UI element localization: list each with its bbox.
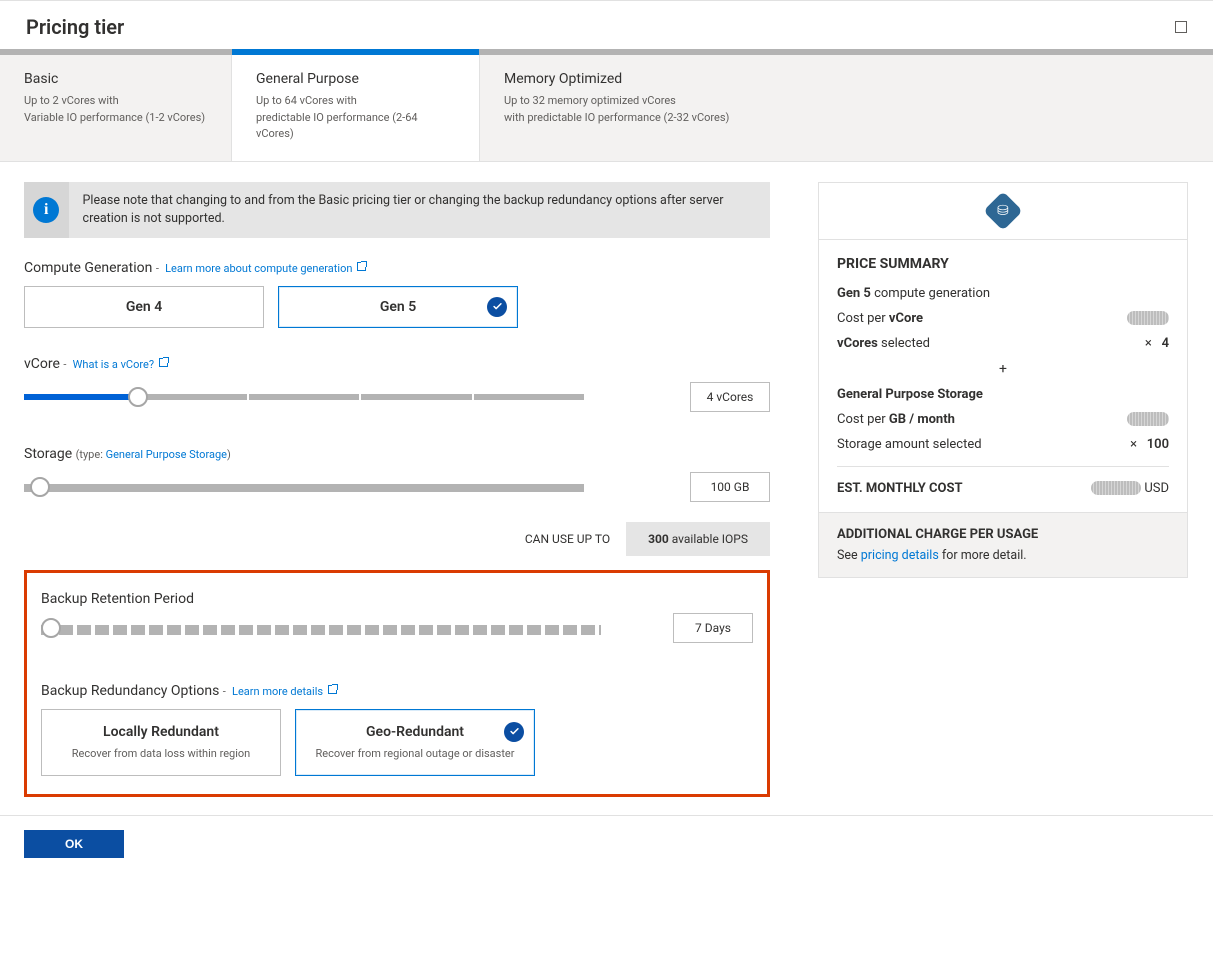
- plus-icon: +: [837, 361, 1169, 377]
- price-summary-card: ⛁ PRICE SUMMARY Gen 5 compute generation…: [818, 182, 1188, 578]
- vcore-slider[interactable]: [24, 387, 584, 407]
- tier-tab-memory-optimized[interactable]: Memory Optimized Up to 32 memory optimiz…: [480, 55, 1213, 161]
- maximize-icon[interactable]: [1175, 21, 1187, 33]
- storage-slider[interactable]: [24, 477, 584, 497]
- redacted-icon: [1091, 481, 1141, 495]
- option-desc: Recover from regional outage or disaster: [306, 746, 524, 761]
- compute-gen-learn-more-link[interactable]: Learn more about compute generation: [165, 262, 366, 275]
- backup-retention-value: 7 Days: [673, 613, 753, 643]
- additional-charge-title: ADDITIONAL CHARGE PER USAGE: [837, 527, 1169, 542]
- external-link-icon: [159, 358, 168, 367]
- option-desc: Recover from data loss within region: [52, 746, 270, 761]
- tier-desc: Up to 32 memory optimized vCoreswith pre…: [504, 93, 1189, 126]
- check-icon: [487, 297, 507, 317]
- option-title: Geo-Redundant: [306, 724, 524, 740]
- redacted-icon: [1127, 311, 1169, 325]
- summary-gen: Gen 5 compute generation: [837, 286, 990, 301]
- iops-value: 300 available IOPS: [626, 522, 770, 556]
- option-title: Locally Redundant: [52, 724, 270, 740]
- summary-cost-vcore: Cost per vCore: [837, 311, 923, 326]
- vcore-label: vCore - What is a vCore?: [24, 356, 770, 372]
- tier-name: General Purpose: [256, 71, 455, 87]
- tier-desc: Up to 64 vCores withpredictable IO perfo…: [256, 93, 455, 143]
- storage-label: Storage (type: General Purpose Storage): [24, 446, 770, 462]
- storage-value: 100 GB: [690, 472, 770, 502]
- summary-cost-gb: Cost per GB / month: [837, 412, 955, 427]
- est-monthly-cost-label: EST. MONTHLY COST: [837, 481, 963, 496]
- info-icon: i: [33, 197, 59, 223]
- tier-name: Memory Optimized: [504, 71, 1189, 87]
- vcore-value: 4 vCores: [690, 382, 770, 412]
- storage-type-link[interactable]: General Purpose Storage: [106, 448, 227, 461]
- external-link-icon: [328, 685, 337, 694]
- backup-highlight-box: Backup Retention Period 7 Days Backup Re…: [24, 570, 770, 797]
- geo-redundant-option[interactable]: Geo-Redundant Recover from regional outa…: [295, 709, 535, 776]
- summary-vcores-selected: vCores selected: [837, 336, 930, 351]
- locally-redundant-option[interactable]: Locally Redundant Recover from data loss…: [41, 709, 281, 776]
- ok-button[interactable]: OK: [24, 830, 124, 858]
- additional-charge-text: See pricing details for more detail.: [837, 548, 1169, 563]
- check-icon: [504, 722, 524, 742]
- tier-tab-basic[interactable]: Basic Up to 2 vCores withVariable IO per…: [0, 55, 232, 161]
- gen5-toggle[interactable]: Gen 5: [278, 286, 518, 328]
- page-title: Pricing tier: [26, 15, 124, 39]
- redacted-icon: [1127, 412, 1169, 426]
- backup-retention-label: Backup Retention Period: [41, 591, 753, 607]
- info-banner: i Please note that changing to and from …: [24, 182, 770, 238]
- vcore-learn-more-link[interactable]: What is a vCore?: [73, 358, 168, 371]
- info-text: Please note that changing to and from th…: [69, 182, 770, 238]
- database-icon: ⛁: [983, 191, 1023, 231]
- est-monthly-cost-value: USD: [1091, 481, 1169, 496]
- tier-name: Basic: [24, 71, 207, 87]
- tier-desc: Up to 2 vCores withVariable IO performan…: [24, 93, 207, 126]
- backup-redundancy-label: Backup Redundancy Options - Learn more d…: [41, 683, 753, 699]
- external-link-icon: [357, 262, 366, 271]
- compute-generation-label: Compute Generation - Learn more about co…: [24, 260, 770, 276]
- redundancy-learn-more-link[interactable]: Learn more details: [232, 685, 337, 698]
- tier-tab-general-purpose[interactable]: General Purpose Up to 64 vCores withpred…: [232, 55, 480, 161]
- price-summary-title: PRICE SUMMARY: [837, 256, 1169, 272]
- pricing-details-link[interactable]: pricing details: [861, 548, 939, 563]
- iops-label: CAN USE UP TO: [509, 522, 626, 556]
- gen4-toggle[interactable]: Gen 4: [24, 286, 264, 328]
- summary-storage-heading: General Purpose Storage: [837, 387, 1169, 402]
- summary-storage-amount: Storage amount selected: [837, 437, 982, 452]
- backup-retention-slider[interactable]: [41, 618, 601, 638]
